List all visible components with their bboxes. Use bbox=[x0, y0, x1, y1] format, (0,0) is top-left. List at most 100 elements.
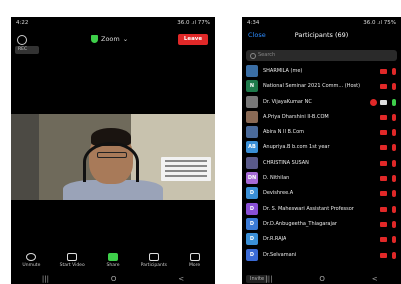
microphone-muted-icon bbox=[392, 129, 396, 137]
camera-off-icon bbox=[380, 130, 387, 136]
video-camera-icon bbox=[67, 253, 78, 261]
participant-avatar bbox=[246, 65, 258, 77]
camera-off-icon bbox=[380, 221, 387, 227]
camera-off-icon bbox=[380, 145, 387, 151]
participant-row[interactable]: N National Seminar 2021 Comm... (Host) bbox=[242, 79, 401, 94]
participant-row[interactable]: D Dr. S. Maheswari Assistant Professor bbox=[242, 202, 401, 217]
start-video-button[interactable]: Start Video bbox=[53, 253, 91, 268]
participant-name: CHRISTINA SUSAN bbox=[263, 159, 309, 166]
meeting-toolbar: Unmute Start Video Share Participants Mo… bbox=[11, 253, 215, 273]
home-nav-button[interactable]: O bbox=[111, 275, 117, 283]
participant-avatar: AB bbox=[246, 141, 258, 154]
microphone-muted-icon bbox=[392, 190, 396, 198]
participants-button[interactable]: Participants bbox=[135, 253, 173, 268]
share-button[interactable]: Share bbox=[94, 253, 132, 268]
zoom-meeting-info[interactable]: Zoom ⌄ bbox=[91, 35, 128, 43]
participant-name: SHARMILA (me) bbox=[263, 68, 303, 74]
status-bar: 4:22 36.0 .ıl 77% bbox=[11, 17, 215, 29]
camera-off-icon bbox=[380, 191, 387, 197]
status-time: 4:34 bbox=[247, 20, 260, 26]
participant-row[interactable]: AB Anupriya.B b.com 1st year bbox=[242, 140, 401, 155]
camera-off-icon bbox=[380, 84, 387, 90]
speaker-icon[interactable] bbox=[17, 35, 27, 45]
participants-icon bbox=[148, 253, 159, 261]
participant-row[interactable]: D Dr.D.Anbugeetha_Thiagarajar bbox=[242, 217, 401, 232]
home-nav-button[interactable]: O bbox=[319, 275, 325, 283]
camera-off-icon bbox=[380, 69, 387, 74]
participant-row[interactable]: D Dr.Selvamani bbox=[242, 248, 401, 263]
recents-nav-button[interactable]: ||| bbox=[42, 275, 49, 283]
microphone-muted-icon bbox=[392, 205, 396, 213]
microphone-muted-icon bbox=[392, 68, 396, 75]
participant-row[interactable]: SHARMILA (me) bbox=[242, 64, 401, 79]
participant-name: Dr. S. Maheswari Assistant Professor bbox=[263, 205, 354, 212]
share-screen-icon bbox=[107, 253, 118, 261]
search-input[interactable]: Search bbox=[246, 50, 397, 61]
participants-screen: 4:34 36.0 .ıl 75% Participants (69) Clos… bbox=[242, 17, 401, 284]
leave-button[interactable]: Leave bbox=[178, 34, 208, 45]
screenshot-root: 4:22 36.0 .ıl 77% Zoom ⌄ Leave REC Unmut… bbox=[0, 0, 401, 284]
participant-avatar: D bbox=[246, 248, 258, 261]
participant-avatar bbox=[246, 95, 258, 108]
participant-avatar bbox=[246, 110, 258, 123]
participant-name: National Seminar 2021 Comm... (Host) bbox=[263, 83, 361, 90]
participant-list: SHARMILA (me) N National Seminar 2021 Comm… bbox=[242, 64, 401, 263]
participant-avatar: D bbox=[246, 233, 258, 246]
camera-off-icon bbox=[380, 206, 387, 212]
participant-name: Dr. VijayaKumar NC bbox=[263, 98, 312, 105]
camera-off-icon bbox=[380, 237, 387, 243]
participant-row[interactable]: DN D. Nithilan bbox=[242, 171, 401, 186]
participant-name: Abira N II B.Com bbox=[263, 129, 305, 136]
participant-row[interactable]: D Devishree.A bbox=[242, 186, 401, 201]
zoom-label: Zoom bbox=[101, 35, 120, 43]
microphone-muted-icon bbox=[392, 159, 396, 167]
participant-name: Dr.Selvamani bbox=[263, 251, 297, 258]
status-time: 4:22 bbox=[16, 20, 29, 26]
participant-name: Devishree.A bbox=[263, 190, 294, 197]
microphone-icon bbox=[26, 253, 37, 261]
microphone-muted-icon bbox=[392, 83, 396, 91]
chevron-down-icon: ⌄ bbox=[122, 35, 129, 43]
android-nav-bar: ||| O < bbox=[11, 274, 215, 284]
speaker-headphones bbox=[83, 142, 139, 182]
unmute-label: Unmute bbox=[22, 263, 41, 268]
close-button[interactable]: Close bbox=[248, 31, 266, 39]
participant-avatar: D bbox=[246, 202, 258, 215]
camera-off-icon bbox=[380, 176, 387, 182]
back-nav-button[interactable]: < bbox=[372, 275, 378, 283]
raised-hand-icon bbox=[370, 98, 377, 106]
microphone-muted-icon bbox=[392, 175, 396, 183]
android-nav-bar: ||| O < bbox=[242, 274, 401, 284]
participant-row[interactable]: A.Priya Dharshini II-B.COM bbox=[242, 110, 401, 125]
participant-row[interactable]: Abira N II B.Com bbox=[242, 125, 401, 140]
participant-row[interactable]: D Dr.R.RAJA bbox=[242, 232, 401, 247]
microphone-muted-icon bbox=[392, 251, 396, 259]
status-bar: 4:34 36.0 .ıl 75% bbox=[242, 17, 401, 29]
status-indicators: 36.0 .ıl 75% bbox=[363, 20, 396, 26]
back-nav-button[interactable]: < bbox=[178, 275, 184, 283]
participant-avatar: D bbox=[246, 187, 258, 200]
zoom-meeting-screen: 4:22 36.0 .ıl 77% Zoom ⌄ Leave REC Unmut… bbox=[11, 17, 215, 284]
camera-off-icon bbox=[380, 114, 387, 120]
participant-row[interactable]: Dr. VijayaKumar NC bbox=[242, 95, 401, 110]
microphone-muted-icon bbox=[392, 113, 396, 121]
microphone-muted-icon bbox=[392, 144, 396, 152]
participant-row[interactable]: CHRISTINA SUSAN bbox=[242, 156, 401, 171]
recents-nav-button[interactable]: ||| bbox=[265, 275, 272, 283]
participant-name: A.Priya Dharshini II-B.COM bbox=[263, 113, 329, 120]
participants-label: Participants bbox=[140, 263, 167, 268]
shield-icon bbox=[91, 35, 98, 43]
camera-off-icon bbox=[380, 252, 387, 258]
participant-name: Dr.R.RAJA bbox=[263, 236, 287, 243]
participant-name: Anupriya.B b.com 1st year bbox=[263, 144, 330, 151]
more-button[interactable]: More bbox=[176, 253, 214, 268]
status-indicators: 36.0 .ıl 77% bbox=[177, 20, 210, 26]
microphone-muted-icon bbox=[392, 220, 396, 228]
participants-header: Participants (69) Close bbox=[242, 31, 401, 43]
participant-avatar: D bbox=[246, 217, 258, 230]
participant-name: D. Nithilan bbox=[263, 175, 290, 182]
meeting-top-bar: Zoom ⌄ Leave bbox=[11, 31, 215, 53]
participant-avatar: N bbox=[246, 80, 258, 93]
more-icon bbox=[189, 253, 200, 261]
unmute-button[interactable]: Unmute bbox=[12, 253, 50, 268]
